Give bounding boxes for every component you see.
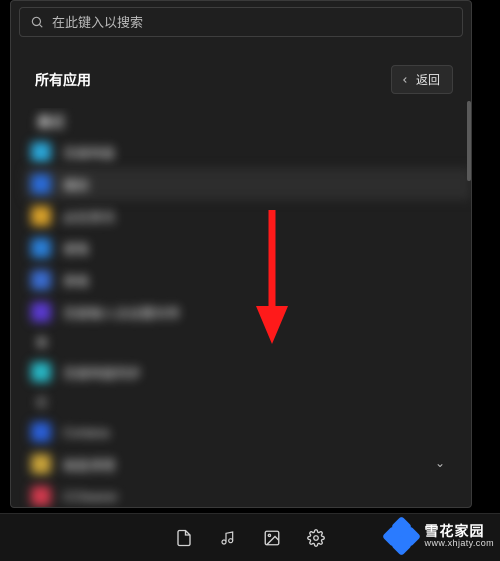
app-icon: [31, 206, 51, 226]
music-icon[interactable]: [218, 528, 238, 548]
app-label: 百度输入法设置向导: [63, 303, 180, 322]
list-item[interactable]: 便笺: [25, 232, 457, 264]
chevron-down-icon[interactable]: ⌄: [435, 456, 445, 470]
scrollbar-thumb[interactable]: [467, 101, 471, 181]
search-box[interactable]: [19, 7, 463, 37]
list-item[interactable]: 必应资讯: [25, 200, 457, 232]
document-icon[interactable]: [174, 528, 194, 548]
group-letter: C: [29, 394, 47, 410]
app-icon: [31, 486, 51, 506]
app-label: CCleaner: [63, 489, 118, 504]
settings-icon[interactable]: [306, 528, 326, 548]
list-item[interactable]: CCleaner: [25, 480, 457, 508]
group-letter: B: [29, 334, 47, 350]
group-header[interactable]: C: [25, 388, 457, 416]
list-item[interactable]: 磁盘清理: [25, 448, 457, 480]
start-menu-panel: 所有应用 返回 最近 百度网盘 播放 必应资讯 便笺 表格: [10, 0, 472, 508]
back-button[interactable]: 返回: [391, 65, 453, 94]
app-label: 便笺: [63, 239, 89, 258]
list-item[interactable]: 百度网盘: [25, 136, 457, 168]
app-icon: [31, 270, 51, 290]
app-icon: [31, 238, 51, 258]
app-label: 必应资讯: [63, 207, 115, 226]
app-label: 播放: [63, 175, 89, 194]
app-icon: [31, 174, 51, 194]
search-icon: [30, 15, 44, 29]
chevron-left-icon: [400, 75, 410, 85]
list-item[interactable]: 百度输入法设置向导: [25, 296, 457, 328]
group-header[interactable]: 最近: [25, 108, 457, 136]
back-button-label: 返回: [416, 71, 440, 88]
app-label: 表格: [63, 271, 89, 290]
list-item[interactable]: 播放: [25, 168, 471, 200]
all-apps-title: 所有应用: [35, 70, 91, 90]
list-item[interactable]: 表格: [25, 264, 457, 296]
app-label: 百度网盘同步: [63, 363, 141, 382]
app-label: 百度网盘: [63, 143, 115, 162]
app-icon: [31, 454, 51, 474]
group-header[interactable]: B: [25, 328, 457, 356]
app-label: Cortana: [63, 425, 109, 440]
app-icon: [31, 302, 51, 322]
taskbar: [0, 513, 500, 561]
picture-icon[interactable]: [262, 528, 282, 548]
app-label: 磁盘清理: [63, 455, 115, 474]
app-icon: [31, 422, 51, 442]
group-letter: 最近: [29, 112, 65, 132]
list-item[interactable]: 百度网盘同步: [25, 356, 457, 388]
search-input[interactable]: [52, 15, 452, 30]
list-item[interactable]: Cortana: [25, 416, 457, 448]
app-icon: [31, 142, 51, 162]
app-icon: [31, 362, 51, 382]
app-list[interactable]: 最近 百度网盘 播放 必应资讯 便笺 表格 百度输入法设置向导 B: [11, 108, 471, 508]
